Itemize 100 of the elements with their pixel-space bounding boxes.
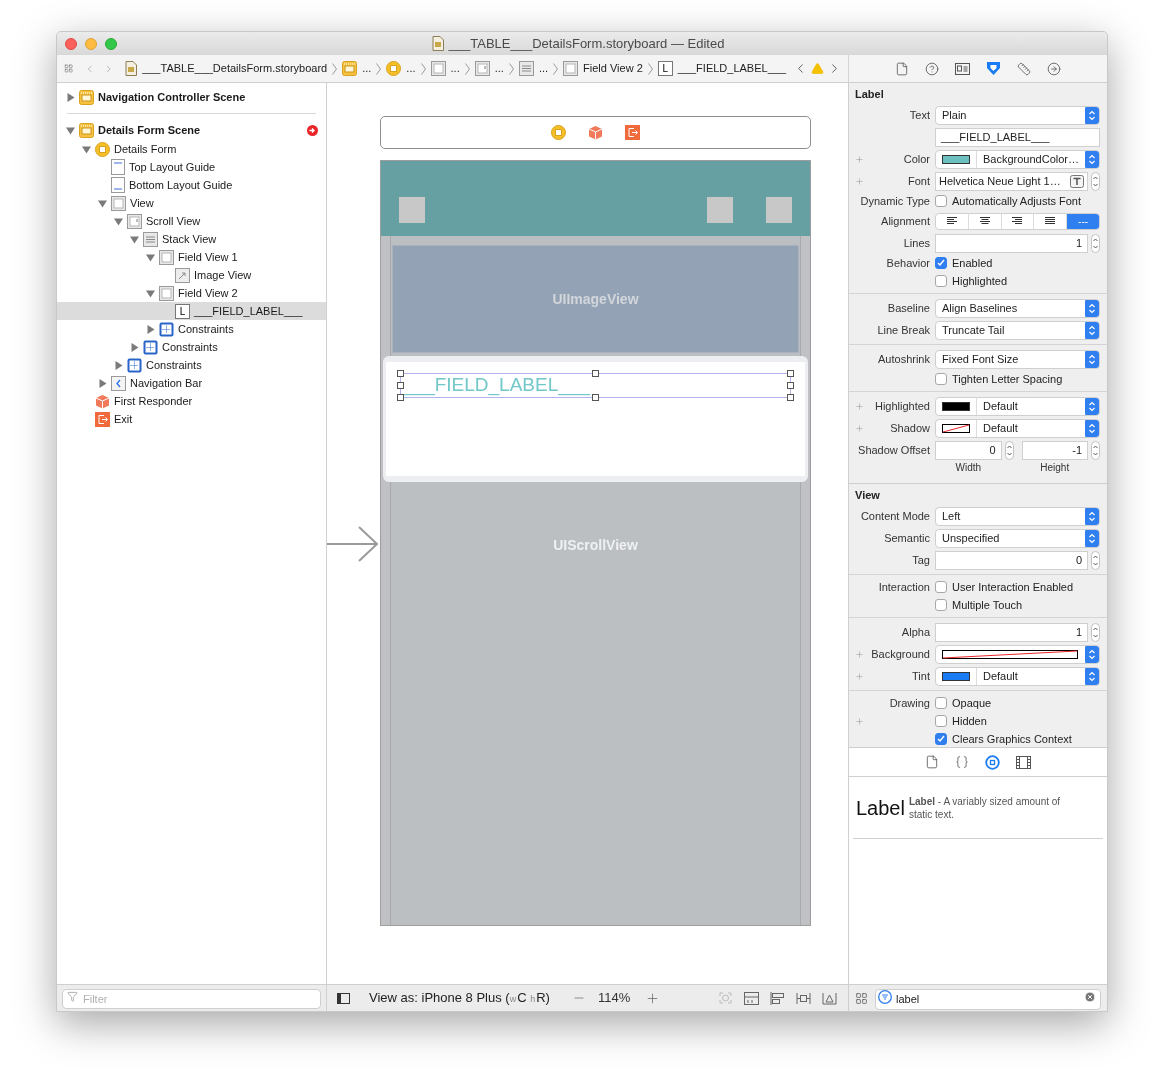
- jump-bar-item[interactable]: ...: [518, 60, 549, 77]
- checkbox[interactable]: [935, 373, 947, 385]
- font-picker-icon[interactable]: [1070, 174, 1084, 188]
- alignment-segment[interactable]: ---: [1066, 213, 1099, 229]
- selection-handle[interactable]: [591, 370, 599, 377]
- disclosure-triangle[interactable]: [129, 234, 139, 244]
- outline-item[interactable]: Navigation Controller Scene: [57, 87, 326, 107]
- pin-icon[interactable]: [796, 991, 811, 1005]
- outline-item[interactable]: Image View: [57, 266, 326, 284]
- embed-stack-icon[interactable]: [744, 991, 759, 1005]
- outline-item[interactable]: Top Layout Guide: [57, 158, 326, 176]
- close-button[interactable]: [65, 37, 77, 50]
- color-popup[interactable]: Default: [935, 396, 1100, 416]
- warning-badge-icon[interactable]: [307, 124, 318, 136]
- outline-item[interactable]: Details Form: [57, 140, 326, 158]
- disclosure-triangle[interactable]: [145, 324, 155, 334]
- outline-item[interactable]: Exit: [57, 410, 326, 428]
- sidebar-toggle-icon[interactable]: [337, 992, 350, 1004]
- stepper[interactable]: [1091, 440, 1100, 460]
- arrow-circle-icon[interactable]: [1047, 61, 1061, 76]
- film-icon[interactable]: [1016, 755, 1031, 769]
- popup-button[interactable]: Left: [935, 506, 1100, 526]
- outline-item[interactable]: L ___FIELD_LABEL___: [57, 302, 326, 320]
- attributes-icon[interactable]: [986, 61, 1001, 76]
- disclosure-triangle[interactable]: [145, 288, 155, 298]
- disclosure-triangle[interactable]: [145, 252, 155, 262]
- outline-item[interactable]: Constraints: [57, 320, 326, 338]
- disclosure-triangle[interactable]: [129, 342, 139, 352]
- outline-item[interactable]: Details Form Scene: [57, 120, 326, 140]
- color-popup[interactable]: Default: [935, 418, 1100, 438]
- checkbox[interactable]: [935, 257, 947, 269]
- jump-bar-item[interactable]: ...: [474, 60, 504, 77]
- jump-bar-item[interactable]: Field View 2: [563, 60, 643, 77]
- outline-item[interactable]: Field View 2: [57, 284, 326, 302]
- object-library-icon[interactable]: [985, 754, 1000, 770]
- outline-item[interactable]: View: [57, 194, 326, 212]
- stepper[interactable]: [1091, 550, 1100, 570]
- checkbox[interactable]: [935, 581, 947, 593]
- number-field[interactable]: 1: [935, 622, 1088, 642]
- resolve-issues-icon[interactable]: [822, 991, 837, 1005]
- disclosure-triangle[interactable]: [81, 144, 91, 154]
- library-search-field[interactable]: label: [875, 988, 1101, 1010]
- segmented-control[interactable]: ---: [935, 212, 1100, 230]
- color-popup[interactable]: BackgroundColor…: [935, 149, 1100, 169]
- outline-item[interactable]: First Responder: [57, 392, 326, 410]
- checkbox[interactable]: [935, 275, 947, 287]
- jump-bar-item[interactable]: ...: [430, 60, 460, 77]
- color-popup[interactable]: [935, 644, 1100, 664]
- checkbox[interactable]: [935, 733, 947, 745]
- popup-button[interactable]: Fixed Font Size: [935, 349, 1100, 369]
- selection-handle[interactable]: [591, 394, 599, 401]
- id-card-icon[interactable]: [955, 62, 970, 75]
- jump-bar-item[interactable]: L ___FIELD_LABEL___: [657, 60, 786, 77]
- zoom-button[interactable]: [105, 37, 117, 50]
- stepper[interactable]: [1091, 622, 1100, 642]
- outline-item[interactable]: Bottom Layout Guide: [57, 176, 326, 194]
- popup-button[interactable]: Unspecified: [935, 528, 1100, 548]
- checkbox[interactable]: [935, 599, 947, 611]
- grid-view-icon[interactable]: [855, 991, 868, 1005]
- stepper[interactable]: [1091, 233, 1100, 253]
- popup-button[interactable]: Align Baselines: [935, 298, 1100, 318]
- file-icon[interactable]: [925, 755, 939, 769]
- outline-item[interactable]: Constraints: [57, 356, 326, 374]
- number-field[interactable]: 1: [935, 233, 1088, 253]
- checkbox[interactable]: [935, 195, 947, 207]
- align-icon[interactable]: [770, 991, 785, 1005]
- jump-bar-item[interactable]: ___TABLE___DetailsForm.storyboard: [125, 60, 328, 77]
- disclosure-triangle[interactable]: [97, 378, 107, 388]
- file-icon[interactable]: [895, 61, 909, 76]
- number-field[interactable]: 0: [935, 550, 1088, 570]
- color-popup[interactable]: Default: [935, 666, 1100, 686]
- filter-field[interactable]: Filter: [62, 989, 321, 1009]
- disclosure-triangle[interactable]: [97, 198, 107, 208]
- related-items-icon[interactable]: [64, 62, 74, 75]
- disclosure-triangle[interactable]: [65, 92, 75, 102]
- ruler-icon[interactable]: [1017, 61, 1031, 76]
- popup-button[interactable]: Plain: [935, 105, 1100, 125]
- outline-item[interactable]: Constraints: [57, 338, 326, 356]
- stepper[interactable]: [1004, 440, 1014, 460]
- outline-item[interactable]: Navigation Bar: [57, 374, 326, 392]
- number-field[interactable]: -1: [1021, 440, 1088, 460]
- outline-item[interactable]: Field View 1: [57, 248, 326, 266]
- text-field[interactable]: ___FIELD_LABEL___: [935, 127, 1100, 147]
- disclosure-triangle[interactable]: [113, 216, 123, 226]
- popup-button[interactable]: Truncate Tail: [935, 320, 1100, 340]
- stepper[interactable]: [1091, 171, 1100, 191]
- help-icon[interactable]: [925, 61, 939, 76]
- outline-item[interactable]: Scroll View: [57, 212, 326, 230]
- clear-icon[interactable]: [1084, 990, 1096, 1003]
- view-as-label[interactable]: View as: iPhone 8 Plus (w C h R): [369, 988, 550, 1008]
- zoom-in-icon[interactable]: [645, 990, 661, 1006]
- disclosure-triangle[interactable]: [65, 125, 75, 135]
- checkbox[interactable]: [935, 697, 947, 709]
- checkbox[interactable]: [935, 715, 947, 727]
- entry-point-arrow[interactable]: [327, 526, 379, 562]
- disclosure-triangle[interactable]: [113, 360, 123, 370]
- braces-icon[interactable]: [955, 755, 969, 769]
- font-field[interactable]: Helvetica Neue Light 1…: [935, 171, 1088, 191]
- outline-item[interactable]: Stack View: [57, 230, 326, 248]
- jump-bar-item[interactable]: ...: [342, 60, 372, 77]
